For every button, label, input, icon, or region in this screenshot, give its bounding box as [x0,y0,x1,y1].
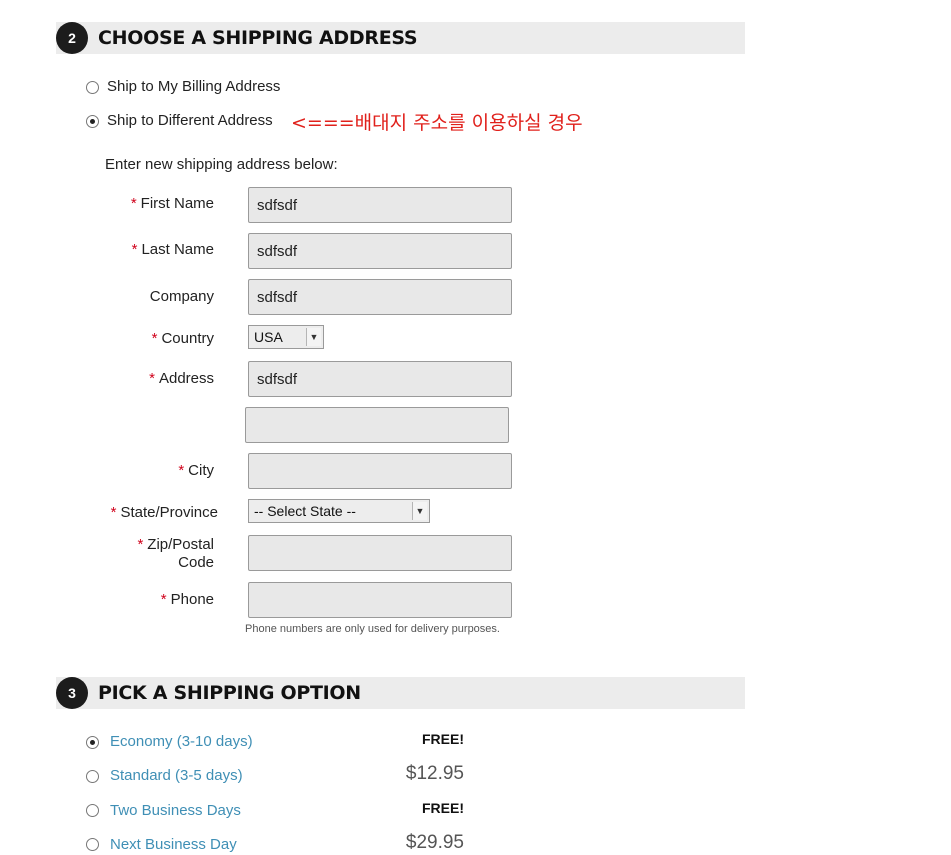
shipping-option-price: $29.95 [405,832,464,853]
zip-label: * Zip/Postal Code [137,536,214,571]
state-label: * State/Province [110,504,218,521]
company-field[interactable]: sdfsdf [248,279,512,315]
shipping-option-name[interactable]: Standard (3-5 days) [110,767,243,784]
section-header-shipping-address: 2 CHOOSE A SHIPPING ADDRESS [56,22,745,54]
step-number-badge: 3 [56,677,88,709]
city-label: * City [178,462,214,479]
chevron-down-icon: ▼ [412,502,427,520]
next-business-day-radio[interactable] [86,838,99,851]
different-address-option-label[interactable]: Ship to Different Address [107,112,273,129]
phone-field[interactable] [248,582,512,618]
phone-note: Phone numbers are only used for delivery… [245,623,500,635]
shipping-option-price: $12.95 [405,763,464,784]
phone-label: * Phone [160,591,214,608]
chevron-down-icon: ▼ [306,328,321,346]
required-marker: * [151,330,158,347]
zip-field[interactable] [248,535,512,571]
country-select-value: USA [254,329,283,345]
state-select-value: -- Select State -- [254,503,356,519]
address-line1-field[interactable]: sdfsdf [248,361,512,397]
billing-address-option-label[interactable]: Ship to My Billing Address [107,78,280,95]
required-marker: * [110,504,117,521]
billing-address-radio[interactable] [86,81,99,94]
different-address-radio[interactable] [86,115,99,128]
country-label: * Country [151,330,214,347]
required-marker: * [149,370,155,387]
address-line2-field[interactable] [245,407,509,443]
city-field[interactable] [248,453,512,489]
country-select[interactable]: USA ▼ [248,325,324,349]
state-select[interactable]: -- Select State -- ▼ [248,499,430,523]
shipping-option-name[interactable]: Economy (3-10 days) [110,733,253,750]
shipping-option-price: FREE! [422,731,464,747]
required-marker: * [137,536,144,553]
economy-radio[interactable] [86,736,99,749]
required-marker: * [131,241,138,258]
section-header-shipping-option: 3 PICK A SHIPPING OPTION [56,677,745,709]
last-name-label: * Last Name [131,241,214,258]
two-business-days-radio[interactable] [86,804,99,817]
step-number-badge: 2 [56,22,88,54]
section-title: CHOOSE A SHIPPING ADDRESS [98,27,418,49]
first-name-label: * First Name [130,195,214,212]
required-marker: * [160,591,167,608]
shipping-option-price: FREE! [422,800,464,816]
address-label: * Address [149,370,214,387]
required-marker: * [130,195,137,212]
company-label: Company [149,288,214,305]
required-marker: * [178,462,185,479]
shipping-option-name[interactable]: Two Business Days [110,802,241,819]
annotation-note: <===배대지 주소를 이용하실 경우 [291,112,583,134]
standard-radio[interactable] [86,770,99,783]
last-name-field[interactable]: sdfsdf [248,233,512,269]
shipping-option-name[interactable]: Next Business Day [110,836,237,853]
section-title: PICK A SHIPPING OPTION [98,682,361,704]
first-name-field[interactable]: sdfsdf [248,187,512,223]
form-intro-text: Enter new shipping address below: [105,156,338,173]
